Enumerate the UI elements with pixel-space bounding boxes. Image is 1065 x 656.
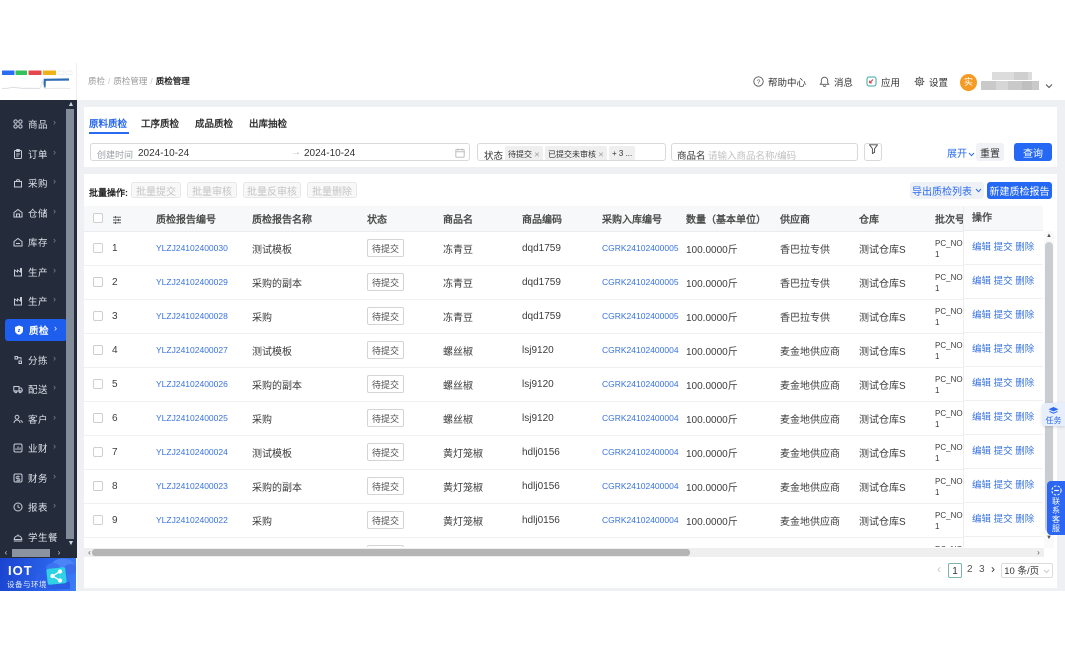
svg-text:?: ?	[757, 79, 761, 86]
svg-text:z: z	[18, 328, 21, 334]
